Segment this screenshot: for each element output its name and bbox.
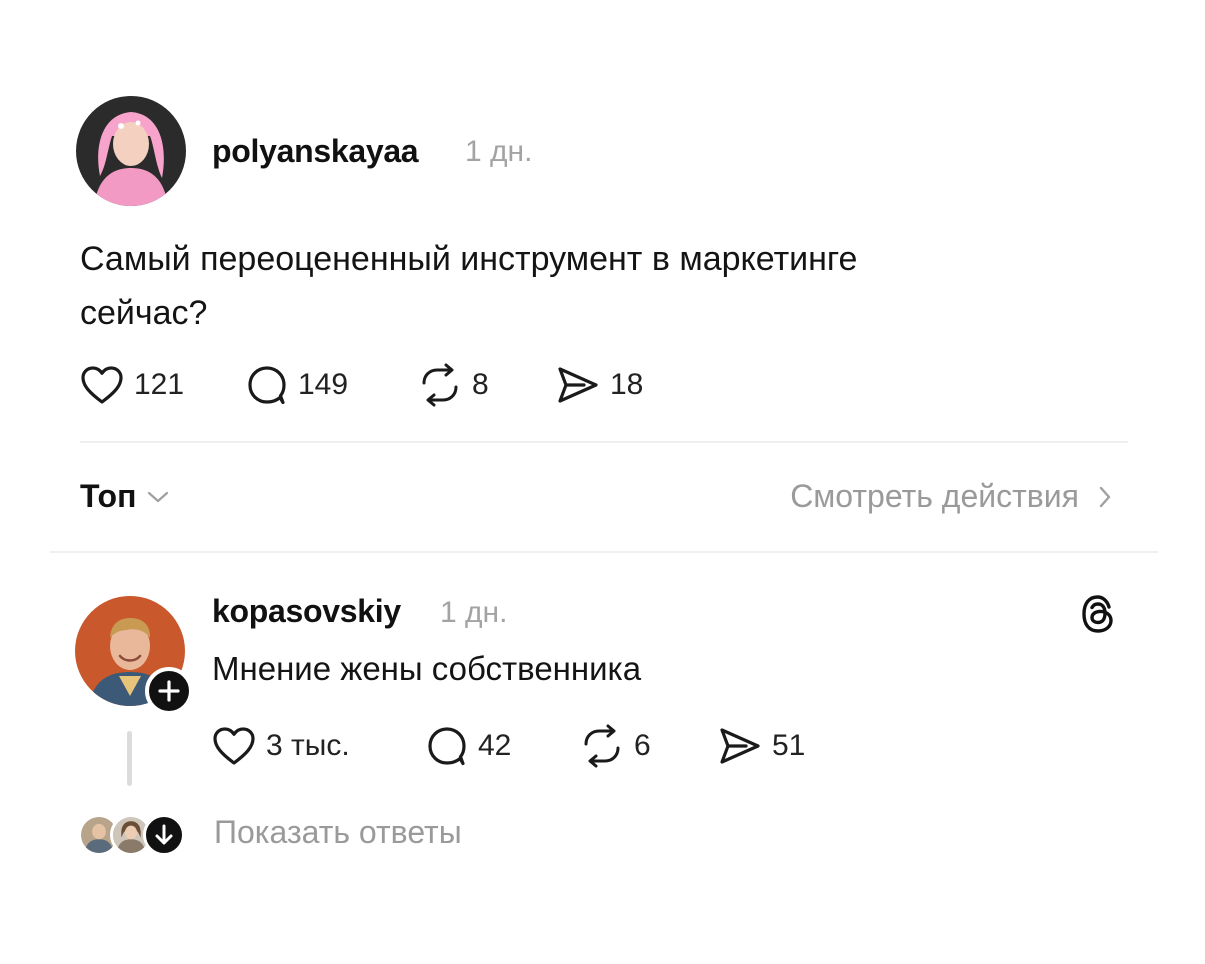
send-icon — [720, 728, 760, 764]
view-activity-label: Смотреть действия — [790, 478, 1079, 514]
send-icon — [558, 367, 598, 403]
post-repost-button[interactable]: 8 — [418, 363, 489, 407]
comment-count: 42 — [478, 729, 512, 762]
comment-count: 149 — [298, 368, 349, 401]
comment-bubble-icon — [248, 366, 286, 405]
post-text-line: сейчас? — [80, 294, 208, 332]
repost-count: 8 — [472, 368, 489, 401]
follow-button[interactable] — [145, 667, 193, 715]
heart-icon — [213, 727, 255, 765]
sort-label: Топ — [80, 478, 137, 514]
reply-share-button[interactable]: 51 — [718, 724, 805, 768]
repost-icon — [422, 363, 458, 407]
section-divider — [50, 551, 1158, 553]
share-count: 51 — [772, 729, 806, 762]
post-comment-button[interactable]: 149 — [246, 363, 348, 407]
post-share-button[interactable]: 18 — [556, 363, 643, 407]
plus-icon — [158, 680, 180, 702]
chevron-right-icon — [1099, 486, 1111, 507]
reply-repost-button[interactable]: 6 — [580, 724, 651, 768]
post-divider — [80, 441, 1128, 443]
post-text: Самый переоцененный инструмент в маркети… — [80, 232, 1040, 340]
show-replies-button[interactable]: Показать ответы — [214, 814, 462, 851]
post-like-button[interactable]: 121 — [80, 363, 184, 407]
sort-dropdown[interactable]: Топ — [80, 478, 170, 515]
like-count: 121 — [134, 368, 185, 401]
comment-bubble-icon — [428, 727, 466, 766]
thread-connector-line — [127, 731, 132, 786]
show-replies-badge[interactable] — [143, 814, 185, 856]
chevron-down-icon — [148, 491, 169, 502]
arrow-down-icon — [155, 824, 173, 845]
post-username[interactable]: polyanskayaa — [212, 133, 419, 170]
reply-username[interactable]: kopasovskiy — [212, 593, 401, 630]
post-text-line: Самый переоцененный инструмент в маркети… — [80, 240, 858, 278]
reply-comment-button[interactable]: 42 — [426, 724, 511, 768]
post-time: 1 дн. — [465, 135, 533, 168]
view-activity-link[interactable]: Смотреть действия — [790, 478, 1113, 515]
repost-count: 6 — [634, 729, 651, 762]
share-count: 18 — [610, 368, 644, 401]
post-author-avatar[interactable] — [76, 96, 186, 206]
heart-icon — [81, 366, 123, 404]
threads-logo-icon — [1082, 595, 1113, 633]
like-count: 3 тыс. — [266, 729, 350, 762]
reply-time: 1 дн. — [440, 596, 508, 629]
reply-text: Мнение жены собственника — [212, 650, 642, 687]
repost-icon — [584, 724, 620, 768]
avatar-image — [76, 96, 186, 206]
reply-like-button[interactable]: 3 тыс. — [212, 724, 350, 768]
